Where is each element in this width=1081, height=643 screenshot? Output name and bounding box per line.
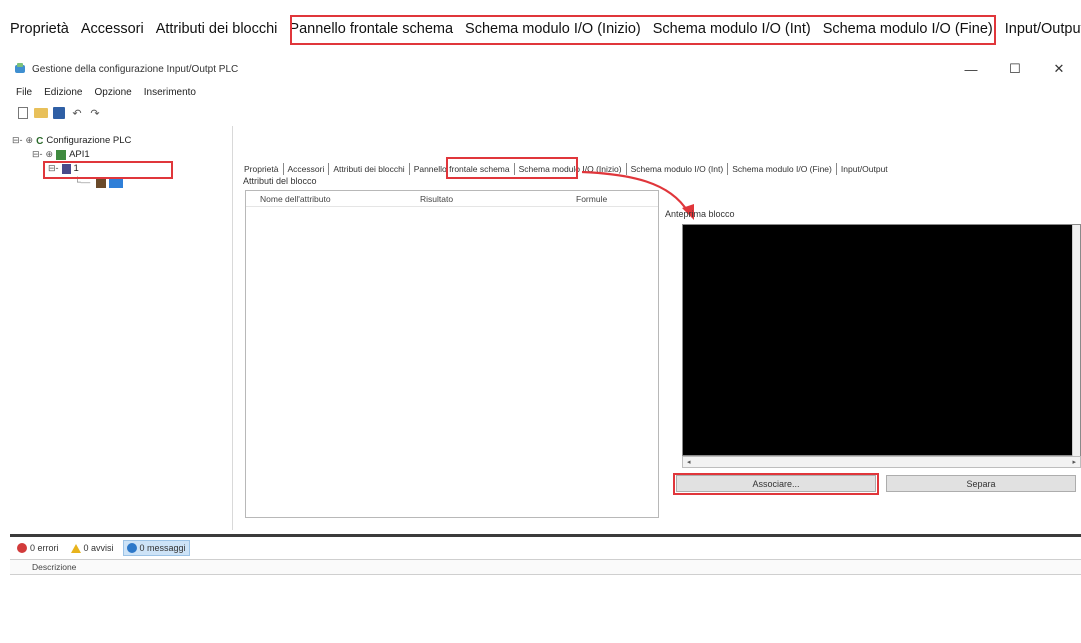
close-button[interactable]: ✕ xyxy=(1037,56,1081,82)
tab-pannello-frontale[interactable]: Pannello frontale schema xyxy=(283,18,459,40)
tree-node-label: API1 xyxy=(69,149,90,160)
attributes-header: Nome dell'attributo Risultato Formule xyxy=(246,191,658,207)
tree-node-root[interactable]: ⊟- ⊕ C Configurazione PLC xyxy=(12,134,131,147)
redo-icon: ↷ xyxy=(90,107,100,120)
collapse-icon[interactable]: ⊟- xyxy=(12,135,23,146)
inner-tab-schema-fine[interactable]: Schema modulo I/O (Fine) xyxy=(728,164,836,174)
separate-button[interactable]: Separa xyxy=(886,475,1076,492)
undo-button[interactable]: ↶ xyxy=(70,106,84,120)
selected-block-icon xyxy=(109,177,124,188)
minimize-button[interactable]: — xyxy=(949,56,993,82)
tree-node-label: Configurazione PLC xyxy=(46,135,132,146)
tab-proprieta[interactable]: Proprietà xyxy=(4,18,75,40)
scroll-left-icon[interactable]: ◂ xyxy=(687,458,691,466)
folder-icon xyxy=(34,108,48,118)
config-window: Gestione della configurazione Input/Outp… xyxy=(10,56,1081,643)
bottom-splitter[interactable] xyxy=(10,534,1081,537)
associate-button[interactable]: Associare... xyxy=(676,475,876,492)
block-preview xyxy=(682,224,1081,457)
plc-tree: ⊟- ⊕ C Configurazione PLC ⊟- ⊕ API1 ⊟- 1… xyxy=(10,128,230,528)
tree-line: └— xyxy=(74,177,91,188)
menu-opzione[interactable]: Opzione xyxy=(88,87,137,98)
message-tabs: 0 errori 0 avvisi 0 messaggi xyxy=(14,540,190,556)
tab-schema-fine[interactable]: Schema modulo I/O (Fine) xyxy=(817,18,999,40)
open-folder-button[interactable] xyxy=(34,106,48,120)
module-icon xyxy=(61,163,71,174)
inner-tab-input-output[interactable]: Input/Output xyxy=(837,164,892,174)
inner-tab-strip: Proprietà Accessori Attributi dei blocch… xyxy=(240,160,892,178)
description-column-header[interactable]: Descrizione xyxy=(10,559,1081,575)
errors-tab[interactable]: 0 errori xyxy=(14,540,62,556)
plus-circle-icon: ⊕ xyxy=(25,135,34,145)
warnings-label: 0 avvisi xyxy=(83,543,114,553)
undo-icon: ↶ xyxy=(72,107,82,120)
info-icon xyxy=(126,543,137,553)
attributes-list[interactable]: Nome dell'attributo Risultato Formule xyxy=(245,190,659,518)
tab-input-output[interactable]: Input/Output xyxy=(999,18,1081,40)
warning-icon xyxy=(70,543,81,553)
inner-tab-attributi[interactable]: Attributi dei blocchi xyxy=(329,164,408,174)
redo-button[interactable]: ↷ xyxy=(88,106,102,120)
scroll-right-icon[interactable]: ▸ xyxy=(1072,458,1076,466)
col-attribute-name[interactable]: Nome dell'attributo xyxy=(246,194,406,204)
maximize-button[interactable]: ☐ xyxy=(993,56,1037,82)
new-file-icon xyxy=(18,107,28,119)
rack-icon xyxy=(56,149,67,160)
window-title: Gestione della configurazione Input/Outp… xyxy=(32,63,239,75)
errors-label: 0 errori xyxy=(30,543,59,553)
inner-tab-proprieta[interactable]: Proprietà xyxy=(240,164,283,174)
new-file-button[interactable] xyxy=(16,106,30,120)
warnings-tab[interactable]: 0 avvisi xyxy=(68,540,117,556)
tab-schema-int[interactable]: Schema modulo I/O (Int) xyxy=(647,18,817,40)
tree-node-api1[interactable]: ⊟- ⊕ API1 xyxy=(32,148,90,161)
col-formula[interactable]: Formule xyxy=(562,194,658,204)
preview-label: Anteprima blocco xyxy=(665,209,735,219)
tab-schema-inizio[interactable]: Schema modulo I/O (Inizio) xyxy=(459,18,647,40)
tree-node-child[interactable]: └— xyxy=(74,176,126,189)
pane-divider xyxy=(232,126,233,530)
menu-inserimento[interactable]: Inserimento xyxy=(138,87,202,98)
tree-node-1[interactable]: ⊟- 1 xyxy=(48,162,79,175)
inner-tab-accessori[interactable]: Accessori xyxy=(284,164,329,174)
inner-tab-pannello-frontale[interactable]: Pannello frontale schema xyxy=(410,164,514,174)
toolbar: ↶ ↷ xyxy=(16,104,102,122)
plc-config-icon: C xyxy=(36,135,44,147)
title-bar: Gestione della configurazione Input/Outp… xyxy=(10,56,1081,82)
error-icon xyxy=(17,543,27,553)
zoomed-tab-strip: Proprietà Accessori Attributi dei blocch… xyxy=(0,14,1081,44)
menu-file[interactable]: File xyxy=(10,87,38,98)
messages-list[interactable] xyxy=(10,575,1081,643)
tab-accessori[interactable]: Accessori xyxy=(75,18,150,40)
collapse-icon[interactable]: ⊟- xyxy=(32,149,43,160)
menu-edizione[interactable]: Edizione xyxy=(38,87,88,98)
menu-bar: File Edizione Opzione Inserimento xyxy=(10,82,202,102)
device-icon xyxy=(96,177,107,188)
window-controls: — ☐ ✕ xyxy=(949,56,1081,82)
col-result[interactable]: Risultato xyxy=(406,194,562,204)
save-button[interactable] xyxy=(52,106,66,120)
tree-node-label: 1 xyxy=(73,163,79,174)
tab-attributi-blocchi[interactable]: Attributi dei blocchi xyxy=(150,18,284,40)
preview-horizontal-scrollbar[interactable]: ◂ ▸ xyxy=(682,456,1081,468)
preview-vertical-scrollbar[interactable] xyxy=(1072,225,1080,457)
plus-circle-icon: ⊕ xyxy=(45,149,54,159)
collapse-icon[interactable]: ⊟- xyxy=(48,163,59,174)
messages-tab[interactable]: 0 messaggi xyxy=(122,540,190,556)
messages-label: 0 messaggi xyxy=(139,543,186,553)
app-icon xyxy=(14,63,26,75)
attributes-group-label: Attributi del blocco xyxy=(243,176,317,186)
save-icon xyxy=(53,107,65,119)
